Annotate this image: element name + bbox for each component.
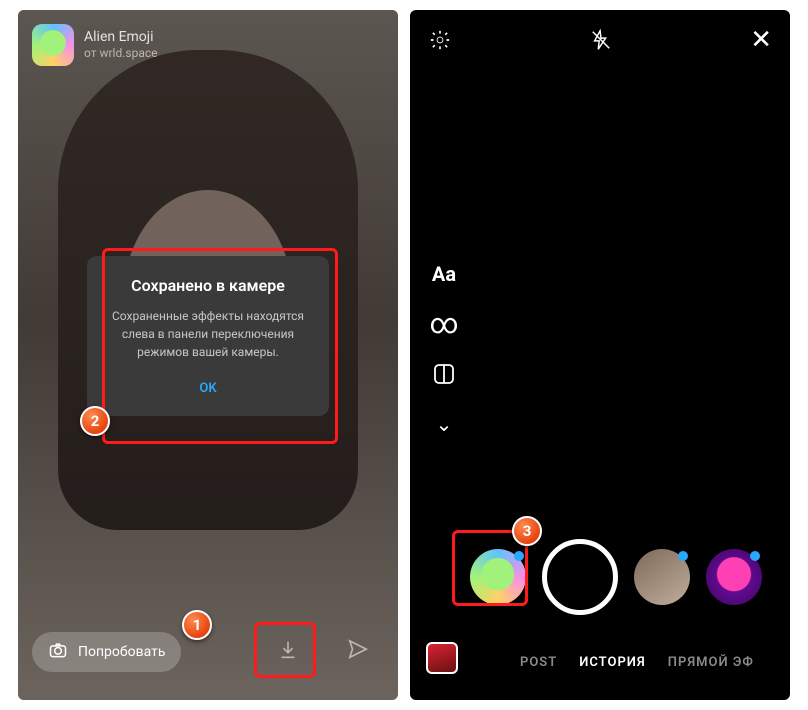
saved-dialog: Сохранено в камере Сохраненные эффекты н… (87, 256, 329, 416)
effect-header: Alien Emoji от wrld.space (32, 24, 158, 66)
effect-author: от wrld.space (84, 46, 158, 60)
camera-icon (48, 640, 68, 664)
new-dot (514, 551, 524, 561)
story-camera-screen: ✕ Aa ∞ ⌄ POST ИСТОРИЯ ПРЯМОЙ ЭФ (410, 10, 790, 700)
mode-post[interactable]: POST (520, 655, 557, 670)
effect-alien-emoji[interactable] (470, 549, 526, 605)
camera-topbar: ✕ (410, 10, 790, 70)
settings-icon[interactable] (428, 28, 452, 52)
try-effect-button[interactable]: Попробовать (32, 632, 181, 672)
effect-alien-purple[interactable] (706, 549, 762, 605)
flash-off-icon[interactable] (589, 28, 613, 52)
shutter-button[interactable] (542, 539, 618, 615)
mode-live[interactable]: ПРЯМОЙ ЭФ (668, 655, 754, 670)
camera-mode-rail: Aa ∞ ⌄ (430, 260, 458, 438)
text-mode-icon[interactable]: Aa (430, 260, 458, 288)
layout-mode-icon[interactable] (430, 360, 458, 388)
effect-name: Alien Emoji (84, 29, 158, 46)
try-effect-label: Попробовать (78, 644, 165, 660)
share-icon[interactable] (344, 636, 372, 664)
effect-filter-warm[interactable] (634, 549, 690, 605)
mode-story[interactable]: ИСТОРИЯ (579, 655, 646, 670)
dialog-message: Сохраненные эффекты находятся слева в па… (105, 307, 311, 361)
gallery-thumbnail[interactable] (426, 642, 458, 674)
effect-carousel[interactable] (410, 532, 790, 622)
effect-preview-screen: Alien Emoji от wrld.space Сохранено в ка… (18, 10, 398, 700)
close-icon[interactable]: ✕ (750, 27, 772, 53)
boomerang-icon[interactable]: ∞ (430, 310, 458, 338)
chevron-down-icon[interactable]: ⌄ (430, 410, 458, 438)
dialog-title: Сохранено в камере (105, 276, 311, 295)
camera-modes[interactable]: POST ИСТОРИЯ ПРЯМОЙ ЭФ (520, 655, 780, 670)
save-effect-icon[interactable] (274, 636, 302, 664)
dialog-ok-button[interactable]: OK (105, 375, 311, 402)
new-dot (750, 551, 760, 561)
effect-thumbnail[interactable] (32, 24, 74, 66)
new-dot (678, 551, 688, 561)
